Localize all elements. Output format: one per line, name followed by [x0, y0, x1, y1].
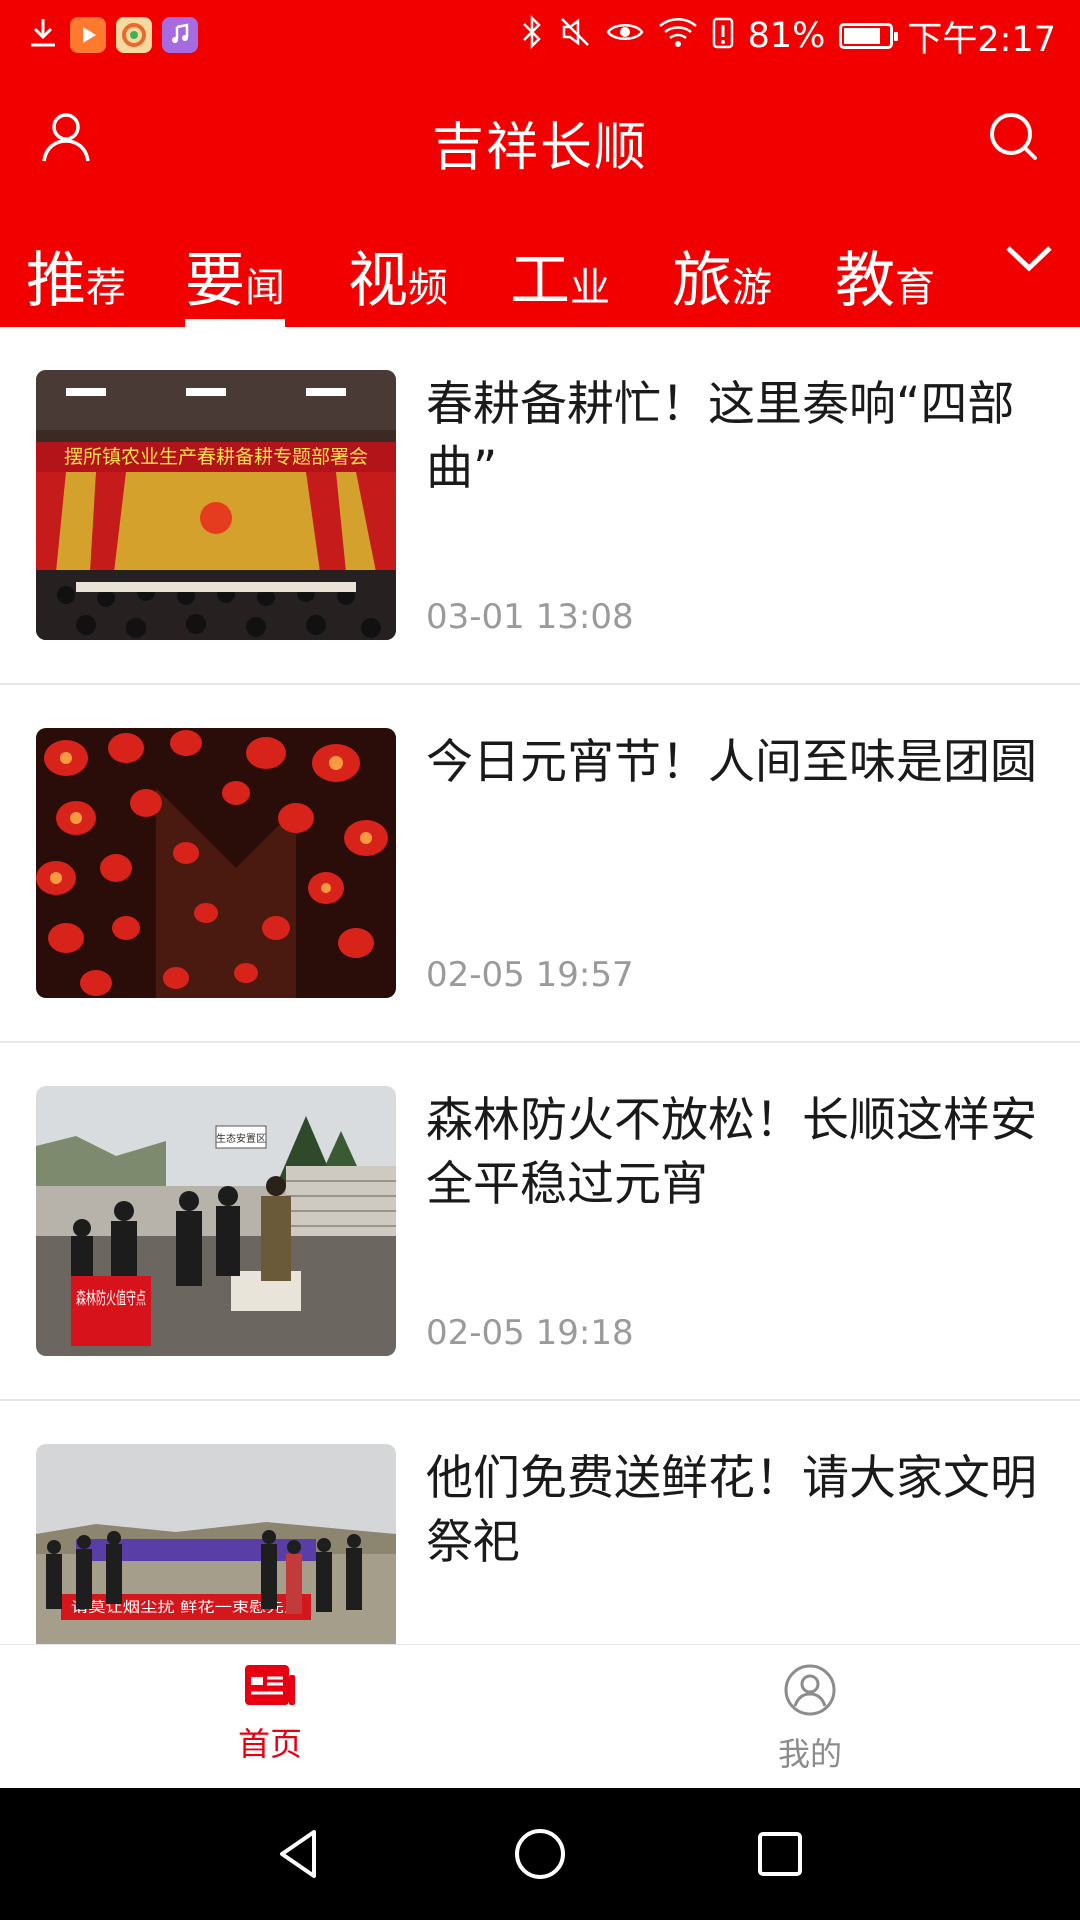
- news-item[interactable]: 今日元宵节！人间至味是团圆 02-05 19:57: [0, 685, 1080, 1043]
- chevron-down-icon: [1006, 246, 1052, 272]
- tab-label-main: 推: [26, 246, 86, 316]
- battery-level: [844, 28, 881, 44]
- app-title: 吉祥长顺: [431, 118, 648, 178]
- tab-label-sub: 游: [732, 265, 772, 311]
- bottom-navigation: 首页 我的: [0, 1644, 1080, 1788]
- news-time: 03-01 13:08: [426, 597, 634, 637]
- nav-home[interactable]: 首页: [170, 1663, 370, 1765]
- eye-icon: [606, 16, 644, 56]
- more-channels-button[interactable]: [1004, 236, 1054, 280]
- tab-travel[interactable]: 旅游: [672, 232, 772, 327]
- tab-label-sub: 荐: [86, 265, 126, 311]
- search-icon: [990, 113, 1037, 160]
- tab-education[interactable]: 教育: [835, 232, 935, 327]
- news-thumbnail: 请莫让烟尘扰 鲜花一束慰先人: [36, 1444, 396, 1644]
- nav-mine[interactable]: 我的: [710, 1663, 910, 1775]
- news-title: 他们免费送鲜花！请大家文明祭祀: [426, 1451, 1037, 1570]
- forest-fire-sign-text: 森林防火值守点: [76, 1289, 146, 1309]
- app-header: 吉祥长顺: [0, 75, 1080, 210]
- tab-label-sub: 闻: [245, 265, 285, 311]
- nav-home-label: 首页: [237, 1725, 302, 1763]
- tab-label-sub: 频: [408, 265, 448, 311]
- news-time: 02-05 19:18: [426, 1313, 634, 1353]
- notification-icons: [26, 16, 198, 54]
- download-icon: [26, 16, 60, 54]
- area-sign-text: 生态安置区: [216, 1132, 266, 1145]
- system-navigation-bar: [0, 1788, 1080, 1920]
- news-list: 摆所镇农业生产春耕备耕专题部署会 春耕备耕忙！这里奏响“四部曲” 03-01 1…: [0, 327, 1080, 1644]
- news-item[interactable]: 请莫让烟尘扰 鲜花一束慰先人 他们免费送鲜花！请大家文明祭祀: [0, 1401, 1080, 1644]
- battery-alert-icon: [712, 15, 734, 58]
- tab-label-main: 视: [348, 246, 408, 316]
- recents-square-icon: [758, 1832, 802, 1876]
- back-triangle-icon: [280, 1830, 316, 1878]
- nav-mine-label: 我的: [777, 1735, 842, 1773]
- tab-label-main: 要: [185, 246, 245, 316]
- back-button[interactable]: [270, 1824, 330, 1884]
- news-time: 02-05 19:57: [426, 955, 634, 995]
- wifi-icon: [658, 16, 698, 57]
- bluetooth-icon: [520, 14, 544, 59]
- tab-recommend[interactable]: 推荐: [26, 232, 126, 327]
- tab-industry[interactable]: 工业: [510, 232, 610, 327]
- battery-icon: [839, 23, 899, 49]
- news-title: 今日元宵节！人间至味是团圆: [426, 735, 1037, 790]
- news-icon: [245, 1665, 295, 1705]
- search-button[interactable]: [984, 107, 1044, 167]
- music-app-icon: [162, 17, 198, 53]
- home-button[interactable]: [510, 1824, 570, 1884]
- news-item[interactable]: 生态安置区 森林防火值守点 森林防火不放松！长顺这样安全平稳过元宵 02-05 …: [0, 1043, 1080, 1401]
- tab-label-main: 教: [835, 246, 895, 316]
- status-bar: 81% 下午2:17: [0, 0, 1080, 75]
- news-thumbnail: 摆所镇农业生产春耕备耕专题部署会: [36, 370, 396, 640]
- tab-label-main: 工: [510, 246, 570, 316]
- conference-banner-text: 摆所镇农业生产春耕备耕专题部署会: [64, 446, 368, 468]
- news-thumbnail: 生态安置区 森林防火值守点: [36, 1086, 396, 1356]
- tab-label-main: 旅: [672, 246, 732, 316]
- clock: 下午2:17: [907, 19, 1056, 60]
- news-title: 森林防火不放松！长顺这样安全平稳过元宵: [426, 1093, 1037, 1212]
- tab-video[interactable]: 视频: [348, 232, 448, 327]
- channel-tabs: 推荐 要闻 视频 工业 旅游 教育: [0, 210, 1080, 327]
- tab-label-sub: 育: [895, 265, 935, 311]
- news-thumbnail: [36, 728, 396, 998]
- mute-icon: [558, 15, 592, 58]
- browser-app-icon: [116, 17, 152, 53]
- home-circle-icon: [515, 1829, 565, 1879]
- tab-label-sub: 业: [570, 265, 610, 311]
- news-title: 春耕备耕忙！这里奏响“四部曲”: [426, 377, 1015, 496]
- system-status: 81% 下午2:17: [520, 14, 1056, 60]
- recents-button[interactable]: [750, 1824, 810, 1884]
- news-item[interactable]: 摆所镇农业生产春耕备耕专题部署会 春耕备耕忙！这里奏响“四部曲” 03-01 1…: [0, 327, 1080, 685]
- video-app-icon: [70, 17, 106, 53]
- profile-icon: [784, 1664, 836, 1716]
- tab-headlines[interactable]: 要闻: [185, 232, 285, 327]
- battery-percent: 81%: [747, 16, 826, 56]
